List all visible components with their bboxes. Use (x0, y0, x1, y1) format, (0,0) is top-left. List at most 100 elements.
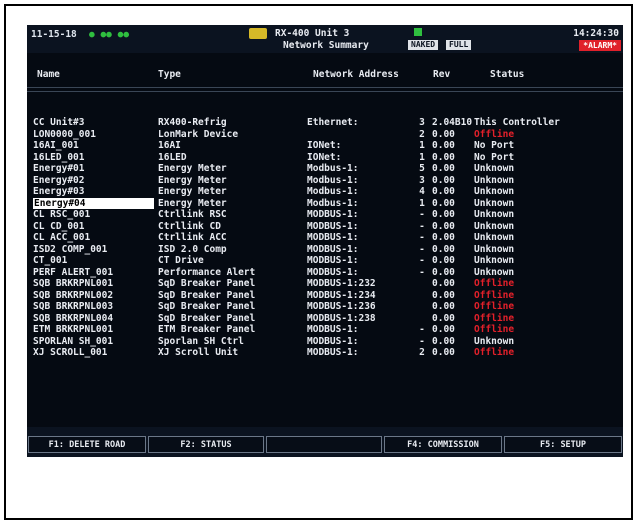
cell-type: XJ Scroll Unit (158, 347, 239, 358)
f2-status-button[interactable]: F2: STATUS (148, 436, 264, 453)
cell-network: MODBUS-1: (307, 243, 359, 255)
cell-name: Energy#04 (33, 197, 154, 209)
cell-type: ETM Breaker Panel (158, 324, 256, 335)
cell-network: IONet: (307, 151, 342, 163)
cell-type: SqD Breaker Panel (158, 301, 256, 312)
table-row[interactable]: SQB BRKRPNL001 SqD Breaker Panel MODBUS-1:… (27, 278, 623, 290)
cell-name: Energy#03 (33, 186, 85, 197)
table-row[interactable]: Energy#02 Energy Meter Modbus-1: 3 0.00 Unkno… (27, 175, 623, 187)
table-row[interactable]: SQB BRKRPNL003 SqD Breaker Panel MODBUS-1:… (27, 301, 623, 313)
column-header-status[interactable]: Status (490, 69, 524, 80)
column-header-type[interactable]: Type (158, 69, 181, 80)
cell-rev: 0.00 (432, 186, 455, 197)
cell-rev: 0.00 (432, 140, 455, 151)
f4-commission-button[interactable]: F4: COMMISSION (384, 436, 502, 453)
cell-status: Offline (474, 128, 515, 140)
cell-name: SPORLAN SH_001 (33, 335, 114, 347)
column-header-network-address[interactable]: Network Address (313, 69, 399, 80)
cell-network: Modbus-1: (307, 174, 359, 186)
cell-status: Unknown (474, 335, 515, 347)
cell-rev: 0.00 (432, 289, 455, 301)
table-row[interactable]: 16AI_001 16AI IONet: 1 0.00 No Port (27, 140, 623, 152)
cell-rev: 0.00 (432, 266, 455, 278)
table-row[interactable]: CL CD_001 Ctrllink CD MODBUS-1: -0.00 Unknow… (27, 221, 623, 233)
cell-network: MODBUS-1: (307, 266, 359, 278)
date-label: 11-15-18 (31, 29, 77, 40)
cell-type: Energy Meter (158, 186, 227, 197)
cell-address: - (419, 324, 425, 335)
cell-name: SQB BRKRPNL002 (33, 289, 114, 301)
table-row[interactable]: CL ACC_001 Ctrllink ACC MODBUS-1: -0.00 Unkn… (27, 232, 623, 244)
table-row[interactable]: SQB BRKRPNL004 SqD Breaker Panel MODBUS-1:… (27, 313, 623, 325)
cell-status: This Controller (474, 117, 560, 128)
cell-status: Offline (474, 301, 515, 312)
cell-rev: 0.00 (432, 232, 455, 243)
cell-type: 16LED (158, 151, 187, 163)
cell-network: MODBUS-1: (307, 220, 359, 232)
table-row[interactable]: ETM BRKRPNL001 ETM Breaker Panel MODBUS-1:… (27, 324, 623, 336)
table-row[interactable]: Energy#04 Energy Meter Modbus-1: 1 0.00 Unkno… (27, 197, 623, 209)
cell-type: SqD Breaker Panel (158, 289, 256, 301)
cell-status: Offline (474, 278, 515, 289)
cell-type: Ctrllink CD (158, 220, 221, 232)
cell-network: Ethernet: (307, 117, 359, 128)
table-row[interactable]: PERF ALERT_001 Performance Alert MODBUS-1:… (27, 267, 623, 279)
table-row[interactable]: Energy#01 Energy Meter Modbus-1: 5 0.00 Unkno… (27, 163, 623, 175)
table-row[interactable]: CL RSC_001 Ctrllink RSC MODBUS-1: -0.00 Unkn… (27, 209, 623, 221)
cell-status: Unknown (474, 266, 515, 278)
cell-network: MODBUS-1:236 (307, 301, 376, 312)
table-row[interactable]: CT_001 CT Drive MODBUS-1: -0.00 Unknown (27, 255, 623, 267)
cell-network: Modbus-1: (307, 186, 359, 197)
table-row[interactable]: ISD2 COMP_001 ISD 2.0 Comp MODBUS-1: -0.00 U… (27, 244, 623, 256)
cell-type: CT Drive (158, 255, 204, 266)
device-photo-frame: 11-15-18 ● ●● ●● RX-400 Unit 3 Network S… (4, 4, 633, 520)
cell-address: 1 (419, 151, 425, 163)
table-row[interactable]: SQB BRKRPNL002 SqD Breaker Panel MODBUS-1:… (27, 290, 623, 302)
header-divider (27, 91, 623, 92)
cell-rev: 0.00 (432, 301, 455, 312)
cell-type: Ctrllink RSC (158, 209, 227, 220)
cell-rev: 0.00 (432, 347, 455, 358)
alarm-indicator[interactable]: *ALARM* (579, 40, 621, 51)
cell-status: Unknown (474, 163, 515, 174)
cell-network: MODBUS-1:234 (307, 289, 376, 301)
cell-name: SQB BRKRPNL001 (33, 278, 114, 289)
cell-address: - (419, 266, 425, 278)
table-row[interactable]: 16LED_001 16LED IONet: 1 0.00 No Port (27, 152, 623, 164)
screen-title: Network Summary (283, 40, 369, 51)
cell-type: LonMark Device (158, 128, 239, 140)
cell-status: Offline (474, 312, 515, 324)
cell-rev: 0.00 (432, 335, 455, 347)
device-table: CC Unit#3 RX400-Refrig Ethernet: 3 2.04B10 Th… (27, 117, 623, 359)
cell-name: ETM BRKRPNL001 (33, 324, 114, 335)
cell-network: MODBUS-1: (307, 347, 359, 358)
f3-button[interactable] (266, 436, 382, 453)
cell-rev: 2.04B10 (432, 117, 473, 128)
view-badge: FULL (446, 40, 472, 50)
table-row[interactable]: Energy#03 Energy Meter Modbus-1: 4 0.00 Unkno… (27, 186, 623, 198)
table-row[interactable]: LON0000_001 LonMark Device 2 0.00 Offline (27, 129, 623, 141)
cell-status: Unknown (474, 209, 515, 220)
cell-status: Offline (474, 347, 515, 358)
cell-name: PERF ALERT_001 (33, 266, 114, 278)
cell-network: MODBUS-1: (307, 324, 359, 335)
cell-type: Energy Meter (158, 197, 227, 209)
cell-address: 1 (419, 197, 425, 209)
cell-network: MODBUS-1: (307, 255, 359, 266)
cell-network: MODBUS-1:232 (307, 278, 376, 289)
cell-status: Unknown (474, 220, 515, 232)
f1-delete-button[interactable]: F1: DELETE ROAD (28, 436, 146, 453)
cell-address: - (419, 209, 425, 220)
cell-network: IONet: (307, 140, 342, 151)
controller-title: RX-400 Unit 3 (275, 28, 350, 39)
column-header-name[interactable]: Name (37, 69, 60, 80)
table-row[interactable]: XJ SCROLL_001 XJ Scroll Unit MODBUS-1: 2 0.0… (27, 347, 623, 359)
column-header-rev[interactable]: Rev (433, 69, 450, 80)
cell-rev: 0.00 (432, 128, 455, 140)
cell-address: - (419, 232, 425, 243)
cell-name: XJ SCROLL_001 (33, 347, 108, 358)
table-row[interactable]: CC Unit#3 RX400-Refrig Ethernet: 3 2.04B10 Th… (27, 117, 623, 129)
f5-setup-button[interactable]: F5: SETUP (504, 436, 622, 453)
table-row[interactable]: SPORLAN SH_001 Sporlan SH Ctrl MODBUS-1: -0… (27, 336, 623, 348)
cell-type: ISD 2.0 Comp (158, 243, 227, 255)
